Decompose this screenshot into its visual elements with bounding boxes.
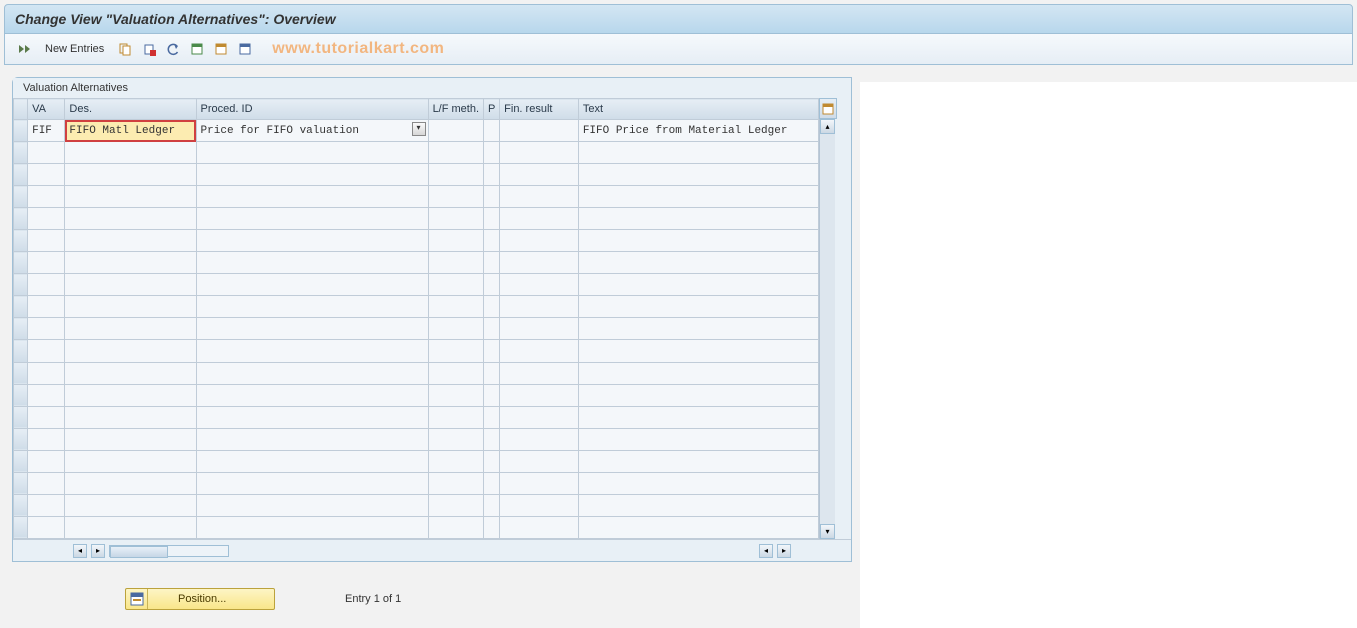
row-selector[interactable] [14,142,28,164]
cell-p[interactable] [484,120,500,142]
scroll-down-icon[interactable]: ▾ [820,524,835,539]
row-selector[interactable] [14,494,28,516]
table-row[interactable] [14,516,819,538]
row-selector[interactable] [14,516,28,538]
table-row[interactable] [14,186,819,208]
hscroll-track[interactable] [109,545,229,557]
undo-icon[interactable] [164,40,182,58]
cell-lf-meth[interactable] [428,120,483,142]
row-selector[interactable] [14,406,28,428]
corner-cell[interactable] [14,99,28,120]
hscroll-right-icon[interactable]: ◂ [759,544,773,558]
row-selector[interactable] [14,318,28,340]
cell-proced-id[interactable]: Price for FIFO valuation ▾ [196,120,428,142]
position-button[interactable]: Position... [125,588,275,610]
row-selector[interactable] [14,274,28,296]
dropdown-icon[interactable]: ▾ [412,122,426,136]
table-row[interactable] [14,274,819,296]
delete-icon[interactable] [140,40,158,58]
scroll-up-icon[interactable]: ▴ [820,119,835,134]
table-row[interactable] [14,362,819,384]
table-row[interactable] [14,428,819,450]
table-row[interactable] [14,164,819,186]
row-selector[interactable] [14,230,28,252]
row-selector[interactable] [14,208,28,230]
table-row[interactable] [14,494,819,516]
data-grid: VA Des. Proced. ID L/F meth. P Fin. resu… [13,98,819,539]
valuation-alternatives-panel: Valuation Alternatives VA Des. Proced. I… [12,77,852,562]
row-selector[interactable] [14,296,28,318]
table-row[interactable] [14,406,819,428]
table-row[interactable] [14,230,819,252]
entry-count-text: Entry 1 of 1 [345,593,401,605]
row-selector[interactable] [14,186,28,208]
select-all-icon[interactable] [188,40,206,58]
col-header-proced-id[interactable]: Proced. ID [196,99,428,120]
row-selector[interactable] [14,164,28,186]
table-row[interactable] [14,142,819,164]
page-title: Change View "Valuation Alternatives": Ov… [4,4,1353,34]
new-entries-button[interactable]: New Entries [39,43,110,55]
col-header-fin-result[interactable]: Fin. result [500,99,579,120]
col-header-lf-meth[interactable]: L/F meth. [428,99,483,120]
table-row[interactable]: FIF FIFO Matl Ledger Price for FIFO valu… [14,120,819,142]
copy-icon[interactable] [116,40,134,58]
toggle-icon[interactable] [15,40,33,58]
row-selector[interactable] [14,362,28,384]
row-selector[interactable] [14,450,28,472]
row-selector[interactable] [14,340,28,362]
position-label: Position... [178,593,226,605]
hscroll-left-first-icon[interactable]: ◂ [73,544,87,558]
footer: Position... Entry 1 of 1 [125,588,401,610]
vertical-scrollbar[interactable]: ▴ ▾ [819,119,835,539]
deselect-all-icon[interactable] [236,40,254,58]
hscroll-right-last-icon[interactable]: ▸ [777,544,791,558]
row-selector[interactable] [14,252,28,274]
row-selector[interactable] [14,384,28,406]
hscroll-thumb[interactable] [110,546,168,558]
scroll-track[interactable] [820,134,835,524]
cell-des-active[interactable]: FIFO Matl Ledger [65,120,196,142]
watermark: www.tutorialkart.com [272,40,444,58]
row-selector[interactable] [14,120,28,142]
table-row[interactable] [14,318,819,340]
select-block-icon[interactable] [212,40,230,58]
empty-area [860,82,1357,628]
panel-title: Valuation Alternatives [13,78,851,98]
toolbar: New Entries www.tutorialkart.com [4,34,1353,65]
cell-fin-result[interactable] [500,120,579,142]
cell-text[interactable]: FIFO Price from Material Ledger [578,120,818,142]
table-row[interactable] [14,296,819,318]
table-row[interactable] [14,208,819,230]
col-header-va[interactable]: VA [28,99,65,120]
cell-va[interactable]: FIF [28,120,65,142]
table-row[interactable] [14,340,819,362]
col-header-p[interactable]: P [484,99,500,120]
table-row[interactable] [14,450,819,472]
table-row[interactable] [14,472,819,494]
table-row[interactable] [14,384,819,406]
hscroll-left-icon[interactable]: ▸ [91,544,105,558]
page-title-text: Change View "Valuation Alternatives": Ov… [15,11,336,27]
position-icon [126,589,148,609]
horizontal-scrollbar: ◂ ▸ ◂ ▸ [13,539,851,561]
row-selector[interactable] [14,428,28,450]
grid-header-row: VA Des. Proced. ID L/F meth. P Fin. resu… [14,99,819,120]
table-row[interactable] [14,252,819,274]
row-selector[interactable] [14,472,28,494]
col-header-des[interactable]: Des. [65,99,196,120]
configure-columns-icon[interactable] [819,98,837,119]
col-header-text[interactable]: Text [578,99,818,120]
